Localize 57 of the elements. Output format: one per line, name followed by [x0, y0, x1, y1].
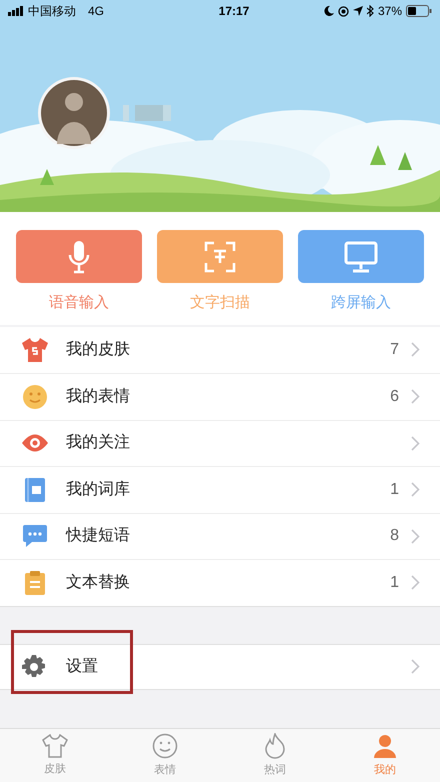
menu-row[interactable]: 快捷短语 8 — [0, 512, 440, 559]
menu-count: 1 — [390, 572, 399, 593]
menu-count: 8 — [390, 526, 399, 546]
smiley-icon — [152, 732, 178, 759]
eye-icon — [21, 432, 49, 454]
menu-count: 1 — [390, 480, 399, 500]
bluetooth-icon — [366, 5, 374, 17]
menu-row[interactable]: 我的关注 — [0, 420, 440, 466]
flame-icon — [263, 732, 287, 759]
clipboard-icon — [24, 570, 46, 596]
scan-frame-icon — [204, 240, 236, 272]
chat-bubble-icon — [22, 524, 48, 548]
menu-label: 我的词库 — [66, 480, 131, 500]
battery-percent: 37% — [378, 3, 402, 20]
quick-action-button[interactable] — [298, 230, 424, 283]
menu-row[interactable]: 我的皮肤 7 — [0, 326, 440, 373]
menu-row[interactable]: 我的表情 6 — [0, 373, 440, 420]
chevron-right-icon — [411, 528, 420, 544]
carrier-name: 中国移动 — [28, 3, 76, 20]
quick-action-label: 语音输入 — [49, 293, 109, 313]
chevron-right-icon — [411, 436, 420, 451]
menu-label: 我的关注 — [66, 432, 131, 454]
menu-row[interactable]: 文本替换 1 — [0, 559, 440, 606]
monitor-icon — [344, 240, 378, 272]
chevron-right-icon — [411, 659, 420, 674]
settings-label: 设置 — [66, 656, 99, 676]
tshirt-icon — [21, 336, 49, 363]
chevron-right-icon — [411, 575, 420, 590]
quick-action-button[interactable] — [157, 230, 283, 283]
quick-action-label: 跨屏输入 — [331, 293, 391, 313]
chevron-right-icon — [411, 482, 420, 498]
chevron-right-icon — [411, 342, 420, 358]
quick-action-button[interactable] — [16, 230, 142, 283]
menu-count: 7 — [390, 340, 399, 360]
quick-action-label: 文字扫描 — [190, 293, 250, 313]
network-type: 4G — [88, 3, 104, 20]
moon-icon — [324, 6, 334, 16]
blurred-username — [123, 102, 173, 124]
clock-time: 17:17 — [218, 3, 250, 20]
location-arrow-icon — [352, 6, 363, 16]
signal-icon — [8, 6, 24, 16]
menu-label: 快捷短语 — [66, 526, 131, 546]
tshirt-icon — [42, 734, 68, 758]
book-icon — [24, 476, 46, 503]
person-icon — [373, 732, 397, 759]
chevron-right-icon — [411, 389, 420, 404]
battery-icon — [406, 5, 432, 17]
menu-label: 我的皮肤 — [66, 340, 131, 360]
menu-label: 文本替换 — [66, 572, 131, 593]
menu-label: 我的表情 — [66, 386, 131, 407]
lock-rotation-icon — [338, 6, 349, 16]
gear-icon — [21, 654, 47, 680]
settings-row[interactable]: 设置 — [0, 644, 440, 690]
microphone-icon — [68, 240, 90, 274]
smiley-icon — [22, 384, 48, 410]
menu-row[interactable]: 我的词库 1 — [0, 466, 440, 512]
menu-count: 6 — [390, 386, 399, 407]
